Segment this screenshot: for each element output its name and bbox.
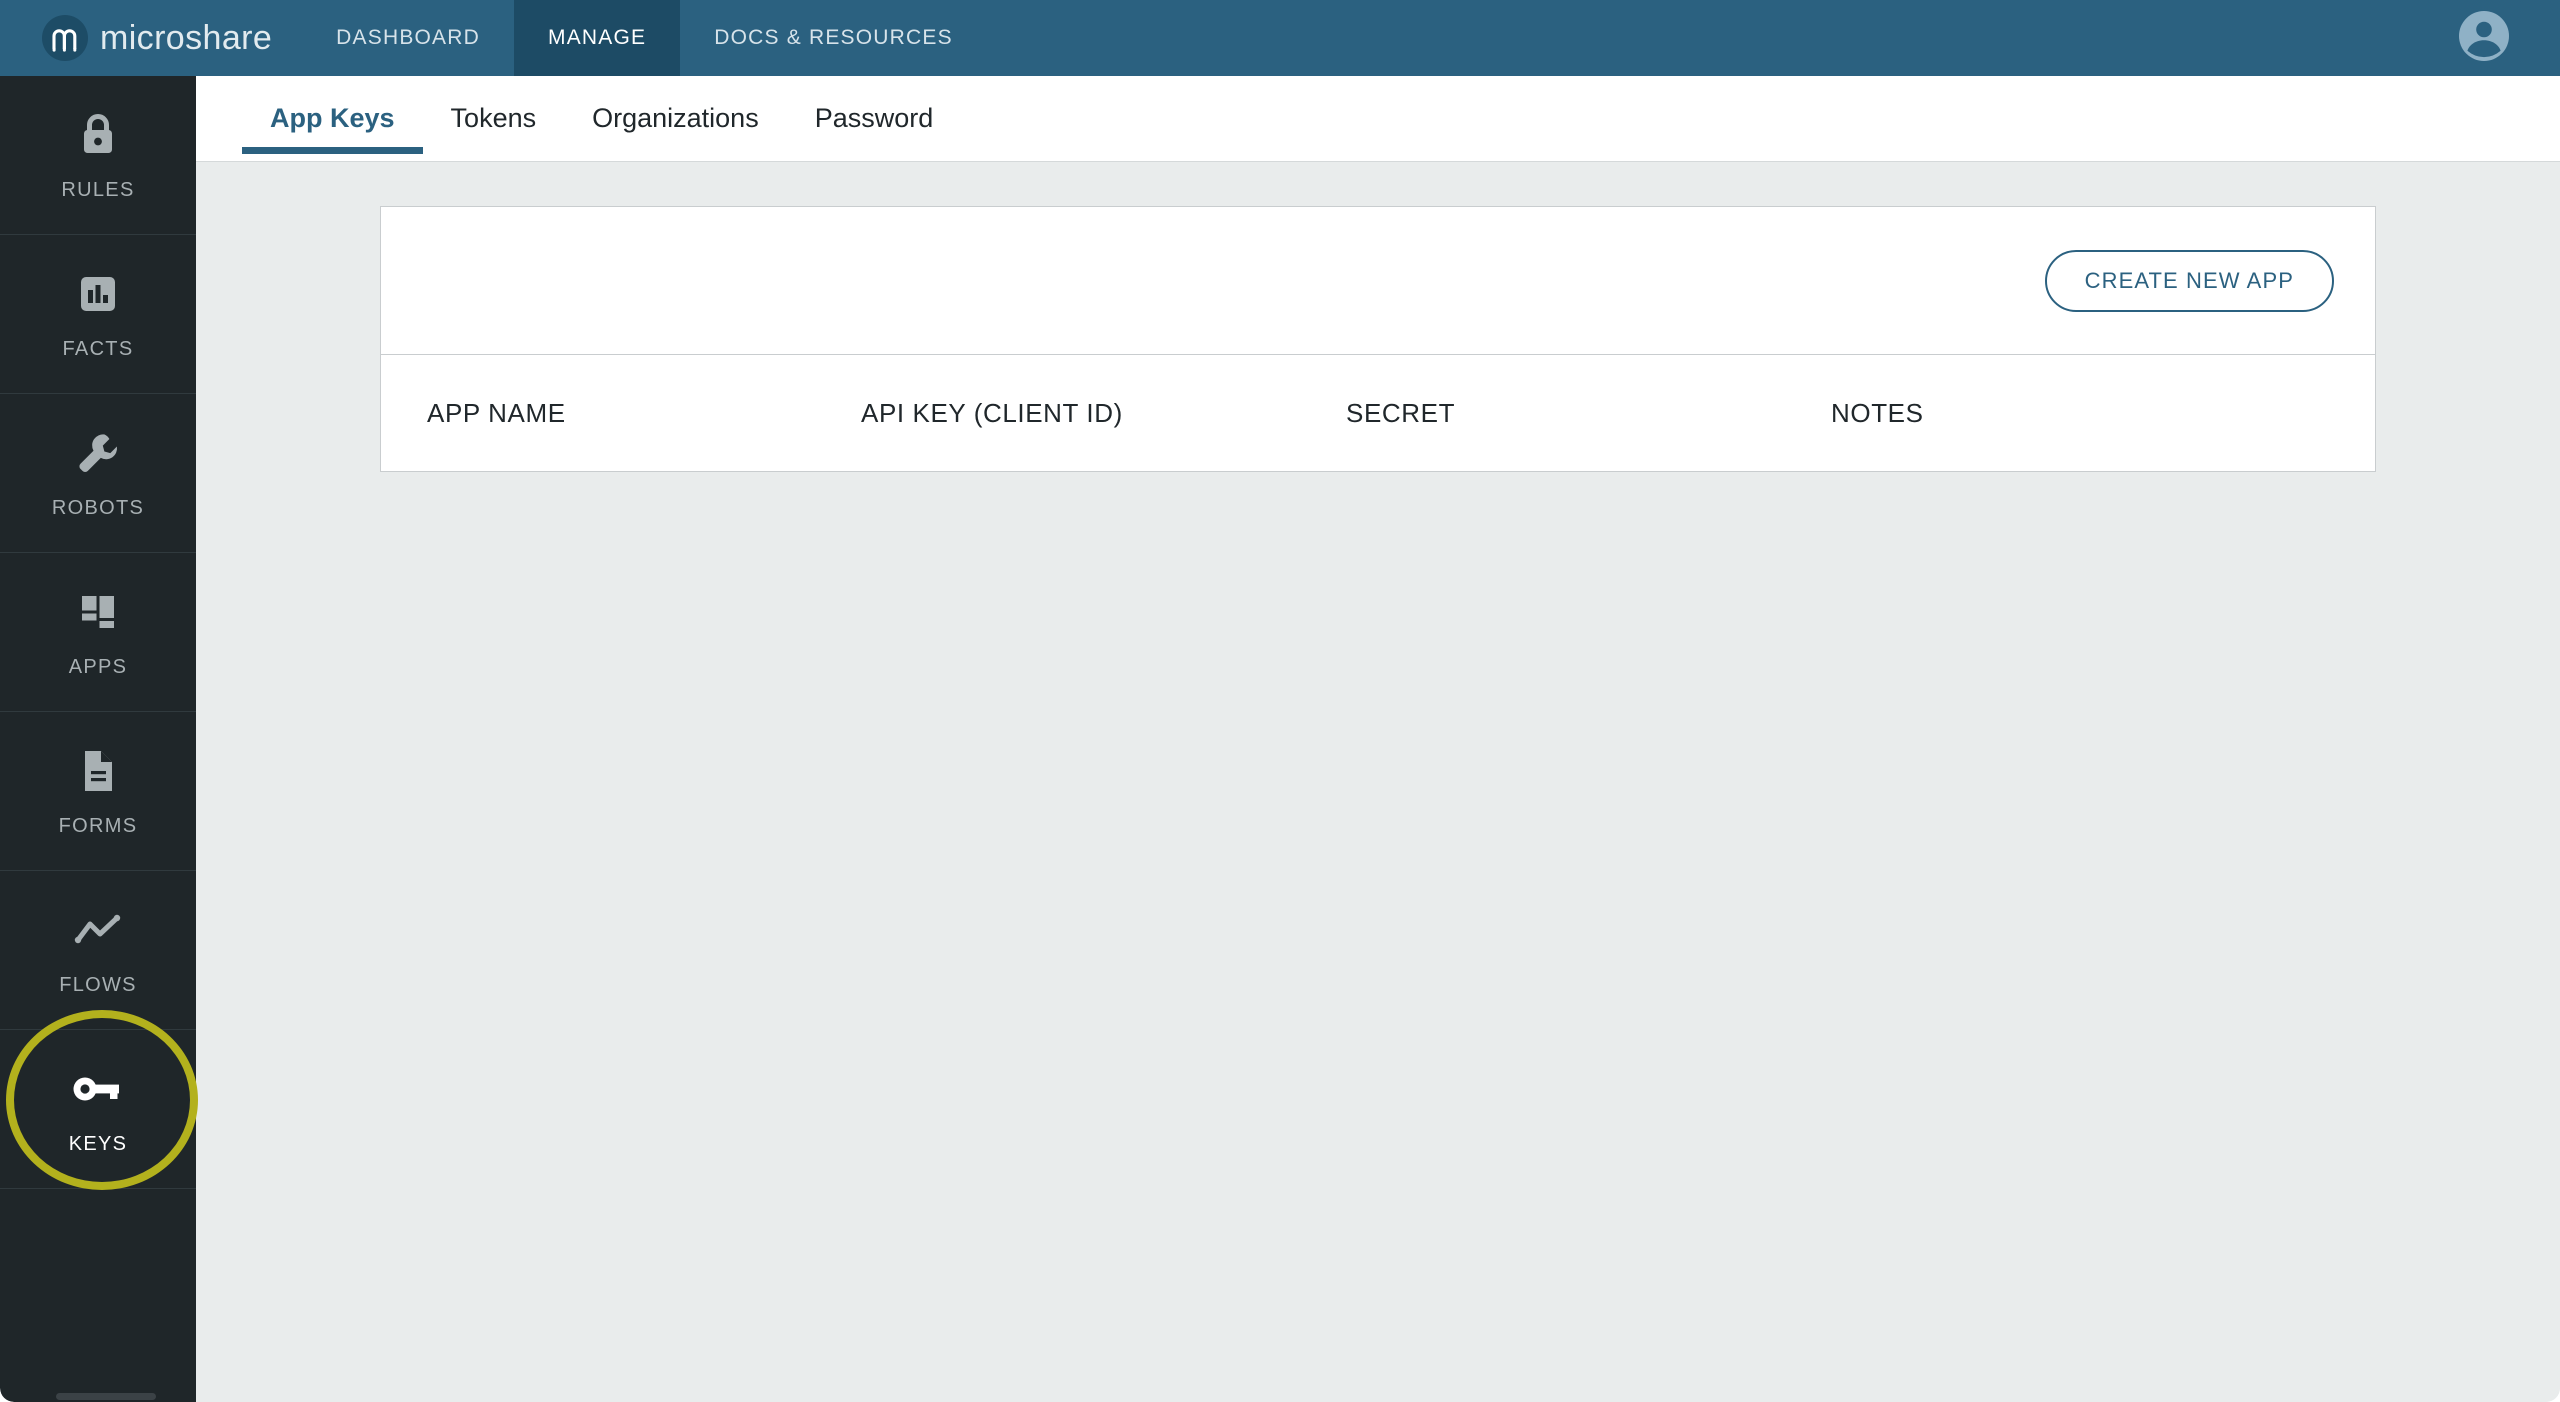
- app-keys-table-header: APP NAME API KEY (CLIENT ID) SECRET NOTE…: [381, 355, 2375, 471]
- top-header-bar: microshare DASHBOARD MANAGE DOCS & RESOU…: [0, 0, 2560, 76]
- brand-name: microshare: [100, 19, 273, 57]
- tab-organizations[interactable]: Organizations: [564, 76, 787, 161]
- key-icon: [72, 1063, 124, 1115]
- primary-navigation: DASHBOARD MANAGE DOCS & RESOURCES: [302, 0, 987, 76]
- sidebar-item-label: FORMS: [58, 814, 138, 837]
- bar-chart-icon: [76, 268, 120, 320]
- sidebar-scrollbar[interactable]: [56, 1393, 156, 1400]
- sidebar-item-label: APPS: [68, 655, 128, 678]
- avatar[interactable]: [2456, 0, 2560, 76]
- application-window: microshare DASHBOARD MANAGE DOCS & RESOU…: [0, 0, 2560, 1402]
- line-chart-icon: [73, 904, 123, 956]
- sidebar-item-forms[interactable]: FORMS: [0, 712, 196, 871]
- microshare-m-logo-icon: [42, 15, 88, 61]
- sidebar-item-label: FACTS: [62, 337, 134, 360]
- nav-item-manage[interactable]: MANAGE: [514, 0, 681, 76]
- brand-logo[interactable]: microshare: [0, 0, 302, 76]
- sidebar-item-rules[interactable]: RULES: [0, 76, 196, 235]
- column-header-secret: SECRET: [1346, 397, 1456, 428]
- user-account-icon: [2456, 8, 2512, 69]
- nav-item-dashboard[interactable]: DASHBOARD: [302, 0, 514, 76]
- sidebar-item-label: FLOWS: [59, 973, 137, 996]
- column-header-notes: NOTES: [1831, 397, 1924, 428]
- column-header-app-name: APP NAME: [427, 397, 566, 428]
- tab-password[interactable]: Password: [787, 76, 962, 161]
- sidebar-item-flows[interactable]: FLOWS: [0, 871, 196, 1030]
- tab-tokens[interactable]: Tokens: [423, 76, 565, 161]
- wrench-icon: [75, 427, 121, 479]
- sidebar-item-label: RULES: [61, 178, 135, 201]
- tab-app-keys[interactable]: App Keys: [242, 76, 423, 161]
- sidebar-item-label: KEYS: [68, 1132, 128, 1155]
- nav-item-docs-resources[interactable]: DOCS & RESOURCES: [680, 0, 987, 76]
- sidebar-item-facts[interactable]: FACTS: [0, 235, 196, 394]
- lock-icon: [76, 109, 120, 161]
- sidebar-item-label: ROBOTS: [51, 496, 145, 519]
- sidebar-item-keys[interactable]: KEYS: [0, 1030, 196, 1189]
- sidebar-item-apps[interactable]: APPS: [0, 553, 196, 712]
- app-keys-card: CREATE NEW APP APP NAME API KEY (CLIENT …: [380, 206, 2376, 472]
- card-toolbar: CREATE NEW APP: [381, 207, 2375, 355]
- main-content: App Keys Tokens Organizations Password C…: [196, 76, 2560, 1402]
- header-spacer: [987, 0, 2456, 76]
- sub-tab-bar: App Keys Tokens Organizations Password: [196, 76, 2560, 162]
- sidebar-item-robots[interactable]: ROBOTS: [0, 394, 196, 553]
- create-new-app-button[interactable]: CREATE NEW APP: [2044, 249, 2334, 312]
- content-area: CREATE NEW APP APP NAME API KEY (CLIENT …: [196, 162, 2560, 472]
- grid-tiles-icon: [76, 586, 120, 638]
- column-header-api-key: API KEY (CLIENT ID): [861, 397, 1123, 428]
- document-icon: [77, 745, 119, 797]
- left-sidebar: RULES FACTS ROBOTS APPS FORMS FLOWS KEYS: [0, 76, 196, 1402]
